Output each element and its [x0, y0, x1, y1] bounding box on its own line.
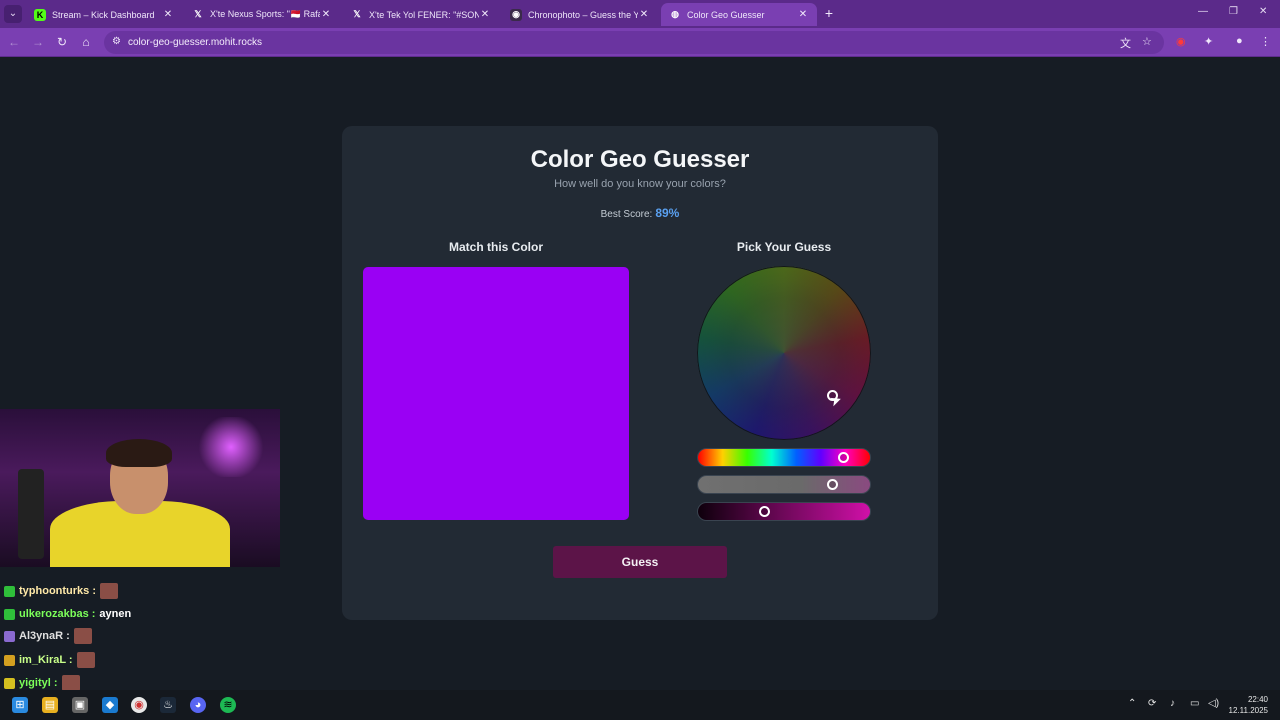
steam-icon[interactable]: ♨: [160, 697, 176, 713]
clock-date: 12.11.2025: [1228, 706, 1268, 715]
color-wheel-shade: [697, 266, 871, 440]
chat-badge-icon: [4, 677, 15, 689]
close-tab-icon[interactable]: ✕: [320, 9, 332, 20]
app-icon[interactable]: ▣: [72, 697, 88, 713]
saturation-slider-handle[interactable]: [827, 479, 839, 490]
globe-icon: ◍: [671, 9, 679, 19]
game-card: Color Geo Guesser How well do you know y…: [342, 126, 938, 620]
home-icon[interactable]: ⌂: [78, 34, 94, 50]
close-tab-icon[interactable]: ✕: [479, 9, 491, 20]
microphone-icon: [18, 469, 44, 559]
hue-slider[interactable]: [697, 448, 871, 467]
page-subtitle: How well do you know your colors?: [554, 178, 726, 190]
hue-slider-handle[interactable]: [837, 452, 849, 463]
profile-icon[interactable]: ●: [1236, 35, 1243, 47]
camera-icon: ◉: [510, 8, 522, 21]
chat-message: typhoonturks :: [4, 582, 118, 600]
chat-emote-icon: [61, 675, 80, 691]
browser-tab-strip: ⌄ K Stream – Kick Dashboard ✕ 𝕏 X'te Nex…: [0, 0, 1280, 28]
chat-message: Al3ynaR :: [4, 627, 92, 645]
start-icon[interactable]: ⊞: [12, 697, 28, 713]
chat-badge-icon: [4, 608, 15, 620]
close-tab-icon[interactable]: ✕: [797, 9, 809, 20]
x-icon: 𝕏: [194, 9, 202, 19]
chat-badge-icon: [4, 654, 15, 666]
new-tab-button[interactable]: +: [822, 5, 836, 21]
chat-message: im_KiraL :: [4, 651, 95, 669]
network-icon[interactable]: ▭: [1190, 698, 1199, 709]
translate-icon[interactable]: 文: [1120, 35, 1131, 51]
clock-time: 22:40: [1247, 695, 1268, 704]
target-color-swatch: [363, 267, 629, 520]
close-window-icon[interactable]: ✕: [1259, 6, 1267, 17]
chat-message: ulkerozakbas : aynen: [4, 605, 131, 623]
url-text[interactable]: color-geo-guesser.mohit.rocks: [128, 37, 262, 48]
chat-emote-icon: [76, 652, 95, 668]
tab-nexus-sports[interactable]: 𝕏 X'te Nexus Sports: "🇲🇨 Rafa Silva ✕: [184, 3, 340, 26]
address-bar[interactable]: ⚙ color-geo-guesser.mohit.rocks 文 ☆: [104, 31, 1164, 54]
chat-text: aynen: [99, 608, 132, 620]
bookmark-star-icon[interactable]: ☆: [1142, 35, 1152, 48]
tab-tek-yol-fener[interactable]: 𝕏 X'te Tek Yol FENER: "#SONDAKİ ✕: [343, 3, 499, 26]
saturation-slider[interactable]: [697, 475, 871, 494]
site-info-icon[interactable]: ⚙: [112, 36, 121, 47]
best-score-value: 89%: [655, 206, 680, 220]
chat-badge-icon: [4, 585, 15, 597]
webcam-light: [196, 417, 266, 477]
file-explorer-icon[interactable]: ▤: [42, 697, 58, 713]
chat-badge-icon: [4, 630, 15, 642]
sync-icon[interactable]: ⟳: [1148, 698, 1156, 709]
x-icon: 𝕏: [353, 9, 361, 19]
back-icon[interactable]: ←: [6, 34, 22, 50]
windows-taskbar: ⊞ ▤ ▣ ◆ ◉ ♨ ◕ ≋ ⌃ ⟳ ♪ ▭ ◁) 22:40 12.11.2…: [0, 690, 1280, 720]
tab-search-icon[interactable]: ⌄: [4, 5, 22, 23]
best-score: Best Score: 89%: [342, 206, 938, 220]
spotify-icon[interactable]: ≋: [220, 697, 236, 713]
streamer-hair: [106, 439, 172, 467]
lightness-slider-handle[interactable]: [759, 506, 771, 517]
extensions-puzzle-icon[interactable]: ✦: [1204, 35, 1213, 48]
discord-icon[interactable]: ◕: [190, 697, 206, 713]
page-title: Color Geo Guesser: [530, 146, 750, 173]
close-tab-icon[interactable]: ✕: [162, 9, 174, 20]
microphone-tray-icon[interactable]: ♪: [1170, 698, 1175, 709]
lightness-slider[interactable]: [697, 502, 871, 521]
restore-icon[interactable]: ❐: [1229, 6, 1238, 17]
chat-username: ulkerozakbas :: [19, 608, 96, 620]
chat-emote-icon: [100, 583, 118, 599]
browser-toolbar: ← → ↻ ⌂ ⚙ color-geo-guesser.mohit.rocks …: [0, 28, 1280, 57]
forward-icon[interactable]: →: [30, 34, 46, 50]
chat-emote-icon: [73, 628, 92, 644]
extension-icon[interactable]: ◉: [1176, 35, 1186, 48]
tray-chevron-icon[interactable]: ⌃: [1128, 698, 1136, 709]
chat-username: typhoonturks :: [19, 585, 96, 597]
tab-color-geo-guesser[interactable]: ◍ Color Geo Guesser ✕: [661, 3, 817, 26]
volume-icon[interactable]: ◁): [1208, 698, 1219, 709]
reload-icon[interactable]: ↻: [54, 34, 70, 50]
kick-icon: K: [34, 8, 46, 21]
tab-kick-dashboard[interactable]: K Stream – Kick Dashboard ✕: [26, 3, 182, 26]
chat-username: Al3ynaR :: [19, 630, 70, 642]
close-tab-icon[interactable]: ✕: [638, 9, 650, 20]
chat-username: yigityl :: [19, 677, 58, 689]
store-icon[interactable]: ◆: [102, 697, 118, 713]
menu-dots-icon[interactable]: ⋮: [1260, 35, 1271, 48]
guess-button[interactable]: Guess: [553, 546, 727, 578]
pick-guess-heading: Pick Your Guess: [736, 240, 832, 254]
tab-chronophoto[interactable]: ◉ Chronophoto – Guess the Year ✕: [502, 3, 658, 26]
minimize-icon[interactable]: —: [1198, 6, 1208, 17]
match-color-heading: Match this Color: [448, 240, 543, 254]
chat-username: im_KiraL :: [19, 654, 73, 666]
best-score-label: Best Score:: [600, 209, 653, 220]
webcam-overlay: [0, 409, 280, 567]
system-clock[interactable]: 22:40 12.11.2025: [1228, 694, 1268, 716]
chrome-icon[interactable]: ◉: [131, 697, 147, 713]
